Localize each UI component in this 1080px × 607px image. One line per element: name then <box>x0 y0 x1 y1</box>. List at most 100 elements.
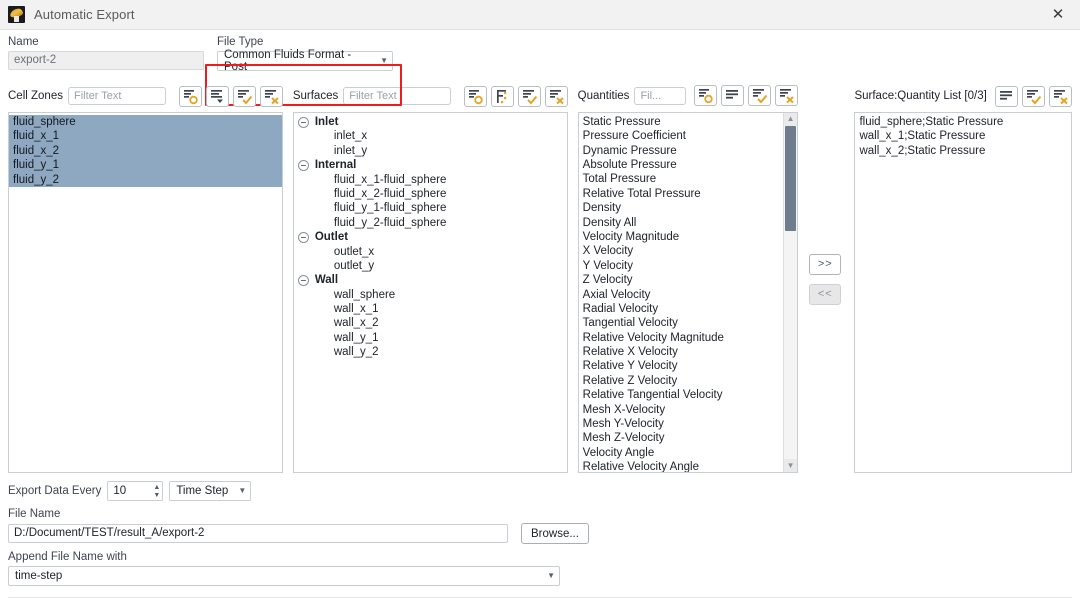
list-item[interactable]: Relative Z Velocity <box>579 374 782 388</box>
chevron-down-icon: ▼ <box>238 486 247 495</box>
append-label: Append File Name with <box>8 551 127 563</box>
tree-group-row[interactable]: Internal <box>294 158 567 172</box>
list-item[interactable]: Velocity Angle <box>579 446 782 460</box>
list-item[interactable]: Axial Velocity <box>579 288 782 302</box>
deselect-all-icon[interactable] <box>544 85 568 107</box>
list-item[interactable]: Total Pressure <box>579 172 782 186</box>
list-item[interactable]: Absolute Pressure <box>579 158 782 172</box>
collapse-toggle-icon[interactable] <box>297 231 309 243</box>
tree-group-row[interactable]: Wall <box>294 273 567 287</box>
file-type-dropdown[interactable]: Common Fluids Format - Post ▼ <box>217 49 393 73</box>
tree-leaf-row[interactable]: wall_y_1 <box>294 331 567 345</box>
tree-group-row[interactable]: Outlet <box>294 230 567 244</box>
collapse-toggle-icon[interactable] <box>297 274 309 286</box>
tree-leaf-row[interactable]: wall_sphere <box>294 288 567 302</box>
list-item[interactable]: Relative Velocity Magnitude <box>579 331 782 345</box>
list-item[interactable]: Dynamic Pressure <box>579 144 782 158</box>
list-item[interactable]: Static Pressure <box>579 115 782 129</box>
cell-zones-filter-input[interactable]: Filter Text <box>67 87 166 105</box>
filter-options-icon[interactable] <box>178 85 202 107</box>
list-item[interactable]: fluid_sphere <box>9 115 282 130</box>
tree-leaf-row[interactable]: inlet_y <box>294 144 567 158</box>
list-item[interactable]: Density All <box>579 216 782 230</box>
list-item[interactable]: Pressure Coefficient <box>579 129 782 143</box>
list-item[interactable]: Z Velocity <box>579 273 782 287</box>
quantities-listbox[interactable]: Static Pressure Pressure Coefficient Dynam… <box>577 111 799 473</box>
browse-button[interactable]: Browse... <box>521 523 589 544</box>
tree-leaf-row[interactable]: wall_y_2 <box>294 345 567 359</box>
stepper-up-icon[interactable]: ▲ <box>153 484 160 491</box>
select-all-icon[interactable] <box>517 85 541 107</box>
stepper-down-icon[interactable]: ▼ <box>153 492 160 499</box>
scroll-down-icon[interactable]: ▼ <box>784 459 798 472</box>
collapse-list-icon[interactable] <box>205 85 229 107</box>
list-item[interactable]: Velocity Magnitude <box>579 230 782 244</box>
tree-leaf-row[interactable]: fluid_x_2-fluid_sphere <box>294 187 567 201</box>
list-item[interactable]: Radial Velocity <box>579 302 782 316</box>
filter-options-icon[interactable] <box>463 85 487 107</box>
quantities-filter-input[interactable]: Fil... <box>634 86 687 105</box>
tree-leaf-row[interactable]: fluid_y_2-fluid_sphere <box>294 216 567 230</box>
close-icon[interactable]: ✕ <box>1040 1 1076 29</box>
deselect-all-icon[interactable] <box>775 85 799 107</box>
file-type-label: File Type <box>217 36 264 48</box>
tree-leaf-row[interactable]: wall_x_2 <box>294 316 567 330</box>
list-item[interactable]: Mesh Y-Velocity <box>579 417 782 431</box>
quantities-label: Quantities <box>577 89 630 102</box>
tree-leaf-row[interactable]: inlet_x <box>294 129 567 143</box>
select-all-icon[interactable] <box>748 85 772 107</box>
list-item[interactable]: fluid_sphere;Static Pressure <box>855 115 1071 129</box>
surfaces-tree[interactable]: Inlet inlet_x inlet_y Internal fluid_x_1-flu… <box>292 112 568 473</box>
list-item[interactable]: Mesh X-Velocity <box>579 403 782 417</box>
export-every-unit-dropdown[interactable]: Time Step ▼ <box>169 481 252 501</box>
list-item[interactable]: Tangential Velocity <box>579 316 782 330</box>
transfer-buttons: >> << <box>798 85 852 473</box>
name-input[interactable]: export-2 <box>8 51 204 70</box>
scroll-up-icon[interactable]: ▲ <box>784 112 798 126</box>
tree-leaf-row[interactable]: fluid_y_1-fluid_sphere <box>294 201 567 215</box>
list-item[interactable]: fluid_y_2 <box>9 172 282 187</box>
list-item[interactable]: Relative Velocity Angle <box>579 460 782 472</box>
list-item[interactable]: Density <box>579 201 782 215</box>
list-item[interactable]: Mesh Z-Velocity <box>579 431 782 445</box>
file-name-input[interactable]: D:/Document/TEST/result_A/export-2 <box>8 524 508 543</box>
collapse-toggle-icon[interactable] <box>297 116 309 128</box>
list-item[interactable]: Relative Total Pressure <box>579 187 782 201</box>
surface-quantity-listbox[interactable]: fluid_sphere;Static Pressure wall_x_1;Sta… <box>854 112 1072 473</box>
top-fields-row: Name export-2 File Type Common Fluids Fo… <box>8 36 1072 78</box>
list-item[interactable]: fluid_y_1 <box>9 158 282 173</box>
append-dropdown[interactable]: time-step ▼ <box>8 566 560 586</box>
list-item[interactable]: Relative Tangential Velocity <box>579 388 782 402</box>
tree-leaf-row[interactable]: fluid_x_1-fluid_sphere <box>294 173 567 187</box>
select-all-icon[interactable] <box>1022 85 1045 107</box>
list-item[interactable]: wall_x_2;Static Pressure <box>855 144 1071 158</box>
deselect-all-icon[interactable] <box>259 85 283 107</box>
cell-zones-listbox[interactable]: fluid_sphere fluid_x_1 fluid_x_2 fluid_y_1 f… <box>8 112 283 473</box>
list-item[interactable]: fluid_x_1 <box>9 129 282 144</box>
scrollbar-thumb[interactable] <box>785 125 797 231</box>
list-item[interactable]: Relative X Velocity <box>579 345 782 359</box>
add-to-list-button[interactable]: >> <box>809 253 842 275</box>
collapse-list-icon[interactable] <box>995 85 1018 107</box>
list-item[interactable]: fluid_x_2 <box>9 143 282 159</box>
select-all-icon[interactable] <box>232 85 256 107</box>
tree-view-icon[interactable] <box>490 85 514 107</box>
fluent-app-icon <box>8 6 25 23</box>
list-item[interactable]: Y Velocity <box>579 259 782 273</box>
surfaces-filter-input[interactable]: Filter Text <box>343 87 452 105</box>
tree-leaf-row[interactable]: outlet_x <box>294 245 567 259</box>
tree-leaf-row[interactable]: outlet_y <box>294 259 567 273</box>
filter-options-icon[interactable] <box>694 85 718 107</box>
quantities-scrollbar[interactable]: ▲ ▼ <box>783 112 798 472</box>
tree-group-row[interactable]: Inlet <box>294 115 567 129</box>
stepper-arrows[interactable]: ▲ ▼ <box>153 484 160 499</box>
collapse-toggle-icon[interactable] <box>297 159 309 171</box>
list-item[interactable]: Relative Y Velocity <box>579 359 782 373</box>
tree-leaf-row[interactable]: wall_x_1 <box>294 302 567 316</box>
export-every-stepper[interactable]: 10 ▲ ▼ <box>107 481 164 501</box>
collapse-list-icon[interactable] <box>721 85 745 107</box>
remove-from-list-button[interactable]: << <box>809 283 842 305</box>
list-item[interactable]: X Velocity <box>579 244 782 258</box>
list-item[interactable]: wall_x_1;Static Pressure <box>855 129 1071 143</box>
deselect-all-icon[interactable] <box>1049 85 1072 107</box>
